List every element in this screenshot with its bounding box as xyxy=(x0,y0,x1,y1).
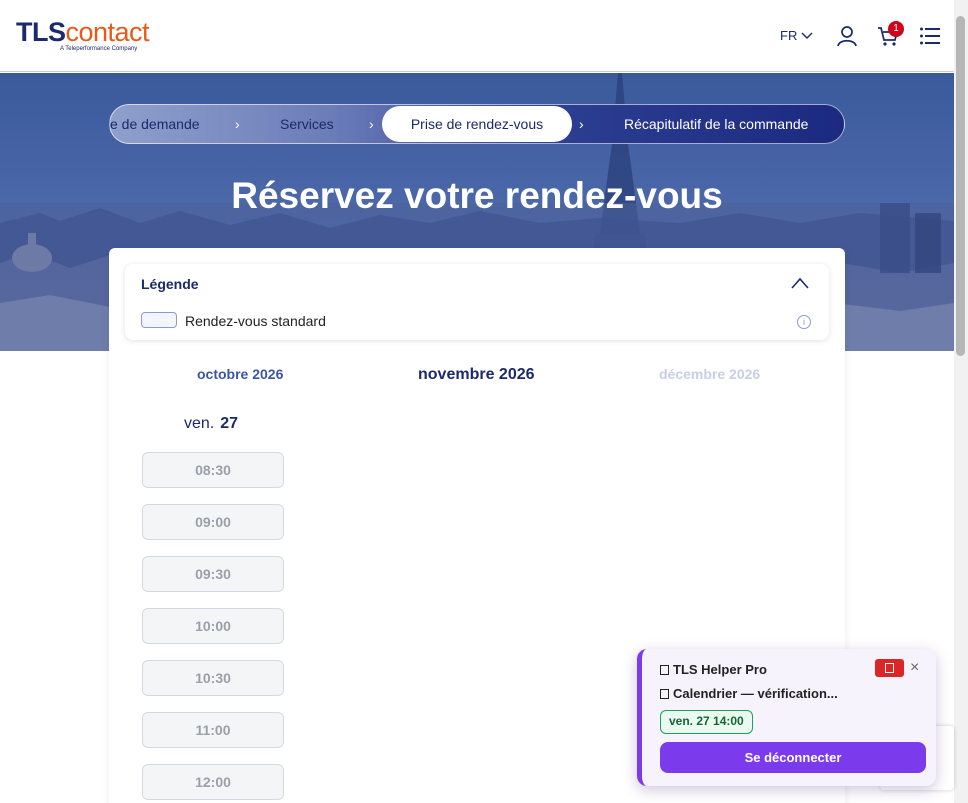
close-icon[interactable]: × xyxy=(910,659,919,677)
legend-panel: Légende Rendez-vous standard i xyxy=(125,264,829,340)
cart-count-badge: 1 xyxy=(888,21,904,37)
info-icon[interactable]: i xyxy=(797,315,811,329)
tlscontact-logo[interactable]: TLScontact A Teleperformance Company xyxy=(16,17,150,52)
time-slot[interactable]: 11:00 xyxy=(142,712,284,748)
month-next[interactable]: décembre 2026 xyxy=(659,366,760,382)
site-header: TLScontact A Teleperformance Company FR … xyxy=(0,0,954,72)
legend-title: Légende xyxy=(141,276,199,292)
helper-status: Calendrier — vérification... xyxy=(660,686,838,701)
found-slot-badge: ven. 27 14:00 xyxy=(660,710,753,734)
time-slot[interactable]: 10:00 xyxy=(142,608,284,644)
chevron-up-icon[interactable] xyxy=(791,276,809,290)
logo-contact: contact xyxy=(65,17,150,47)
time-slot[interactable]: 08:30 xyxy=(142,452,284,488)
menu-icon[interactable] xyxy=(919,25,941,47)
chevron-right-icon: › xyxy=(235,116,240,132)
page-title: Réservez votre rendez-vous xyxy=(231,175,723,216)
day-header: ven. 27 xyxy=(184,415,238,433)
time-slot[interactable]: 09:00 xyxy=(142,504,284,540)
helper-status-text: Calendrier — vérification... xyxy=(673,686,838,701)
standard-appointment-swatch xyxy=(141,312,177,328)
user-icon[interactable] xyxy=(836,25,858,47)
step-request-type[interactable]: e de demande xyxy=(110,105,200,143)
scrollbar-thumb[interactable] xyxy=(956,16,965,356)
logo-tls: TLS xyxy=(16,17,66,47)
month-prev[interactable]: octobre 2026 xyxy=(197,366,283,382)
helper-title-text: TLS Helper Pro xyxy=(673,662,767,677)
logout-button[interactable]: Se déconnecter xyxy=(660,742,926,773)
step-services[interactable]: Services xyxy=(280,105,334,143)
step-appointment-active[interactable]: Prise de rendez-vous xyxy=(382,106,572,142)
month-current: novembre 2026 xyxy=(418,366,535,383)
helper-title: TLS Helper Pro xyxy=(660,662,767,677)
tls-helper-panel: TLS Helper Pro × Calendrier — vérificati… xyxy=(637,649,936,786)
stop-icon xyxy=(885,663,894,673)
square-icon xyxy=(660,689,669,699)
chevron-down-icon xyxy=(801,32,813,39)
day-number: 27 xyxy=(220,415,239,432)
time-slot[interactable]: 09:30 xyxy=(142,556,284,592)
stop-button[interactable] xyxy=(875,659,904,677)
language-label: FR xyxy=(780,28,798,43)
chevron-right-icon: › xyxy=(369,116,374,132)
chevron-right-icon: › xyxy=(579,116,584,132)
progress-stepper: e de demande › Services › Prise de rende… xyxy=(109,104,845,144)
day-name: ven. xyxy=(184,415,215,432)
time-slot[interactable]: 10:30 xyxy=(142,660,284,696)
logo-tagline: A Teleperformance Company xyxy=(60,46,138,52)
legend-item-label: Rendez-vous standard xyxy=(185,313,326,329)
language-selector[interactable]: FR xyxy=(780,28,813,43)
time-slot[interactable]: 12:00 xyxy=(142,764,284,800)
square-icon xyxy=(660,665,669,675)
step-order-summary[interactable]: Récapitulatif de la commande xyxy=(624,105,808,143)
